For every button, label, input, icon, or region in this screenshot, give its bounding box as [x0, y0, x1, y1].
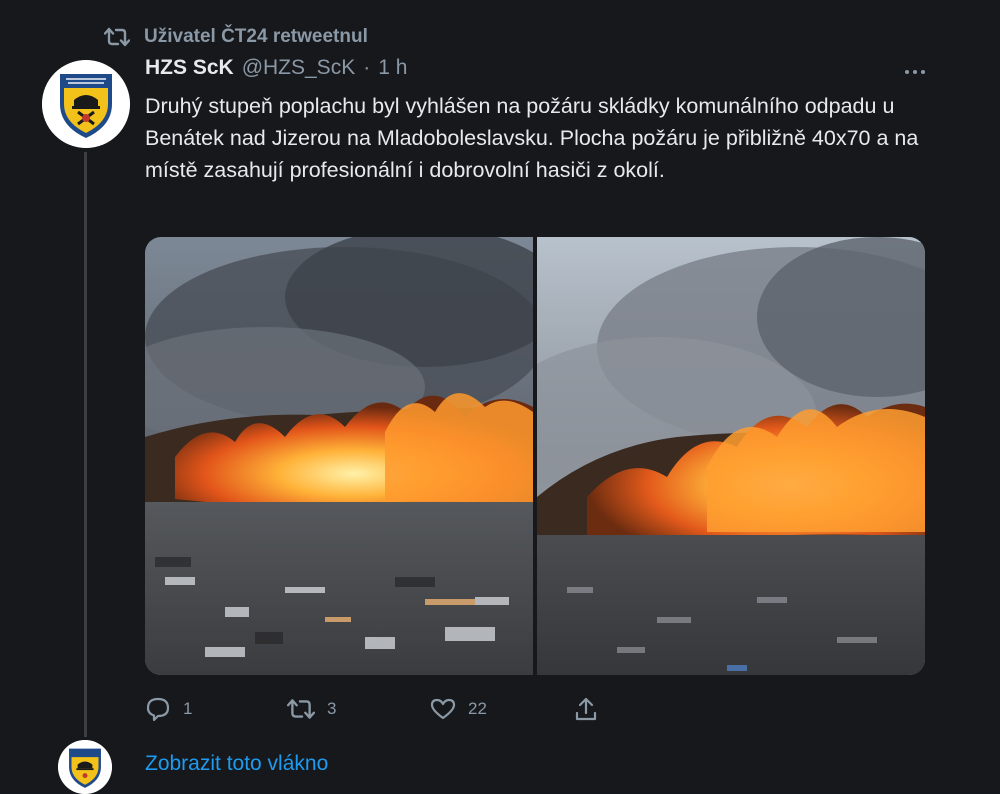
reply-count: 1: [183, 699, 193, 718]
retweet-context[interactable]: Uživatel ČT24 retweetnul: [104, 22, 368, 52]
share-icon: [575, 697, 597, 721]
avatar[interactable]: [42, 60, 130, 148]
tweet-header: HZS ScK @HZS_ScK · 1 h: [145, 56, 407, 86]
media-photo-2[interactable]: [537, 237, 925, 675]
separator: ·: [363, 56, 371, 79]
timestamp[interactable]: 1 h: [378, 56, 407, 80]
thread-line: [84, 152, 87, 737]
tweet-media: [145, 237, 925, 675]
retweet-icon: [104, 27, 130, 47]
media-photo-1[interactable]: [145, 237, 533, 675]
retweet-label: Uživatel ČT24 retweetnul: [144, 26, 368, 47]
share-button[interactable]: [573, 693, 599, 725]
more-button[interactable]: [900, 60, 930, 84]
like-button[interactable]: 22: [430, 693, 487, 725]
retweet-count: 3: [327, 699, 337, 718]
landfill-fire-image: [537, 237, 925, 675]
tweet-card[interactable]: Uživatel ČT24 retweetnul HZS ScK @HZS_Sc…: [0, 0, 1000, 794]
reply-icon: [146, 697, 170, 722]
thread-avatar[interactable]: [58, 740, 112, 794]
tweet-actions: 1 3 22: [145, 693, 615, 725]
retweet-icon: [287, 699, 315, 719]
hzs-emblem-icon: [58, 740, 112, 794]
author-handle[interactable]: @HZS_ScK: [242, 56, 356, 80]
author-name[interactable]: HZS ScK: [145, 56, 234, 80]
hzs-emblem-icon: [42, 60, 130, 148]
more-icon: [905, 70, 909, 74]
tweet-text: Druhý stupeň poplachu byl vyhlášen na po…: [145, 94, 919, 182]
landfill-fire-image: [145, 237, 533, 675]
heart-icon: [430, 698, 456, 720]
reply-button[interactable]: 1: [145, 693, 192, 725]
retweet-button[interactable]: 3: [287, 693, 336, 725]
like-count: 22: [468, 699, 487, 718]
show-thread-link[interactable]: Zobrazit toto vlákno: [145, 752, 328, 776]
